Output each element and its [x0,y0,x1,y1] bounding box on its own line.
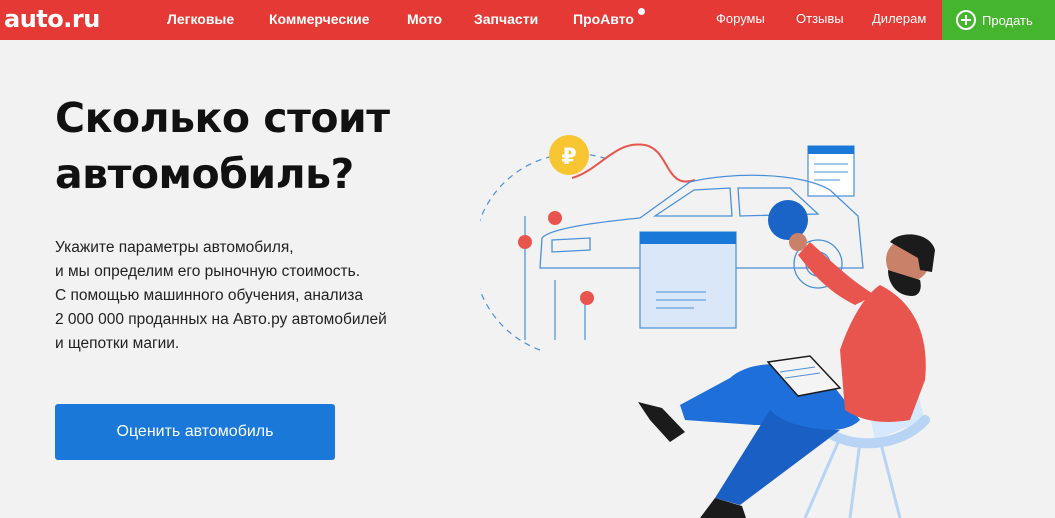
description-line: и мы определим его рыночную стоимость. [55,263,361,280]
nav-item-forums[interactable]: Форумы [716,11,765,27]
red-dot [548,211,562,225]
evaluate-car-button[interactable]: Оценить автомобиль [55,404,335,460]
ruble-coin-icon: ₽ [549,135,589,175]
red-dot [580,291,594,305]
nav-item-parts[interactable]: Запчасти [474,10,538,28]
logo[interactable]: auto.ru [4,4,100,34]
svg-text:₽: ₽ [561,145,576,170]
new-indicator-dot [638,8,645,15]
nav-item-proauto[interactable]: ПроАвто [573,10,634,28]
sell-button[interactable]: Продать [942,0,1055,40]
nav-item-reviews[interactable]: Отзывы [796,11,844,27]
description-line: С помощью машинного обучения, анализа [55,287,363,304]
description-line: Укажите параметры автомобиля, [55,239,294,256]
red-dot [518,235,532,249]
document-card [807,145,855,197]
nav-item-passenger[interactable]: Легковые [167,10,234,28]
nav-item-commercial[interactable]: Коммерческие [269,10,370,28]
hero-description: Укажите параметры автомобиля, и мы опред… [55,236,475,356]
nav-item-moto[interactable]: Мото [407,10,442,28]
description-line: 2 000 000 проданных на Авто.ру автомобил… [55,311,387,328]
plus-circle-icon [956,10,976,30]
top-header: auto.ru Легковые Коммерческие Мото Запча… [0,0,1055,40]
page-title: Сколько стоит автомобиль? [55,94,390,198]
sell-button-label: Продать [982,12,1033,28]
description-line: и щепотки магии. [55,335,180,352]
info-panel [639,231,737,329]
car-evaluation-illustration: ₽ [480,135,935,518]
nav-item-dealers[interactable]: Дилерам [872,11,926,27]
